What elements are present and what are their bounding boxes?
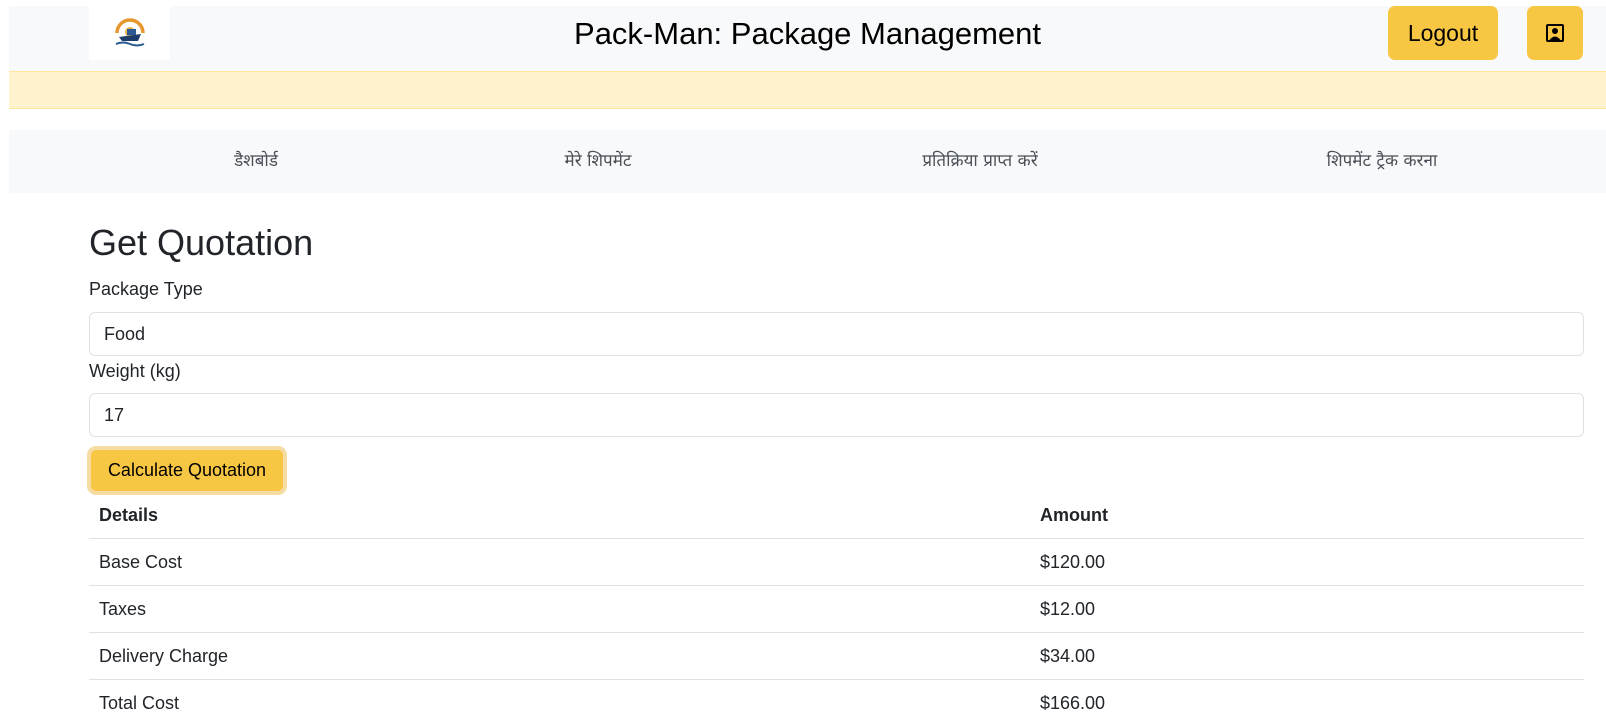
profile-button[interactable] [1527, 6, 1583, 60]
nav-item-dashboard[interactable]: डैशबोर्ड [234, 130, 278, 193]
table-header-row: Details Amount [89, 492, 1584, 539]
quotation-table: Details Amount Base Cost $120.00 Taxes $… [89, 492, 1584, 725]
calculate-quotation-button[interactable]: Calculate Quotation [87, 446, 287, 495]
table-row: Total Cost $166.00 [89, 680, 1584, 725]
table-cell-detail: Delivery Charge [99, 646, 229, 666]
ship-logo-icon [114, 18, 145, 47]
main-nav: डैशबोर्ड मेरे शिपमेंट प्रतिक्रिया प्राप्… [9, 130, 1606, 193]
nav-item-my-shipments[interactable]: मेरे शिपमेंट [565, 130, 632, 193]
table-cell-detail: Total Cost [99, 693, 180, 713]
nav-item-get-feedback[interactable]: प्रतिक्रिया प्राप्त करें [922, 130, 1037, 193]
table-header-amount: Amount [1040, 505, 1108, 525]
package-type-label: Package Type [89, 279, 203, 299]
alert-banner [9, 71, 1606, 109]
table-cell-detail: Taxes [99, 599, 147, 619]
table-cell-amount: $166.00 [1040, 693, 1106, 713]
table-header-details: Details [99, 505, 159, 525]
table-cell-amount: $34.00 [1040, 646, 1096, 666]
form-heading: Get Quotation [89, 222, 314, 263]
table-row: Taxes $12.00 [89, 586, 1584, 633]
app-header: Pack-Man: Package Management Logout [9, 6, 1606, 71]
app-logo[interactable] [89, 6, 170, 60]
package-type-input[interactable] [89, 312, 1584, 356]
table-cell-amount: $120.00 [1040, 552, 1106, 572]
weight-input[interactable] [89, 393, 1584, 437]
table-row: Base Cost $120.00 [89, 539, 1584, 586]
user-card-icon [1546, 24, 1564, 42]
table-row: Delivery Charge $34.00 [89, 633, 1584, 680]
weight-label: Weight (kg) [89, 361, 181, 381]
table-cell-amount: $12.00 [1040, 599, 1096, 619]
table-cell-detail: Base Cost [99, 552, 183, 572]
page-title: Pack-Man: Package Management [574, 16, 1041, 51]
nav-item-track-shipment[interactable]: शिपमेंट ट्रैक करना [1327, 130, 1438, 193]
logout-button[interactable]: Logout [1388, 6, 1498, 60]
